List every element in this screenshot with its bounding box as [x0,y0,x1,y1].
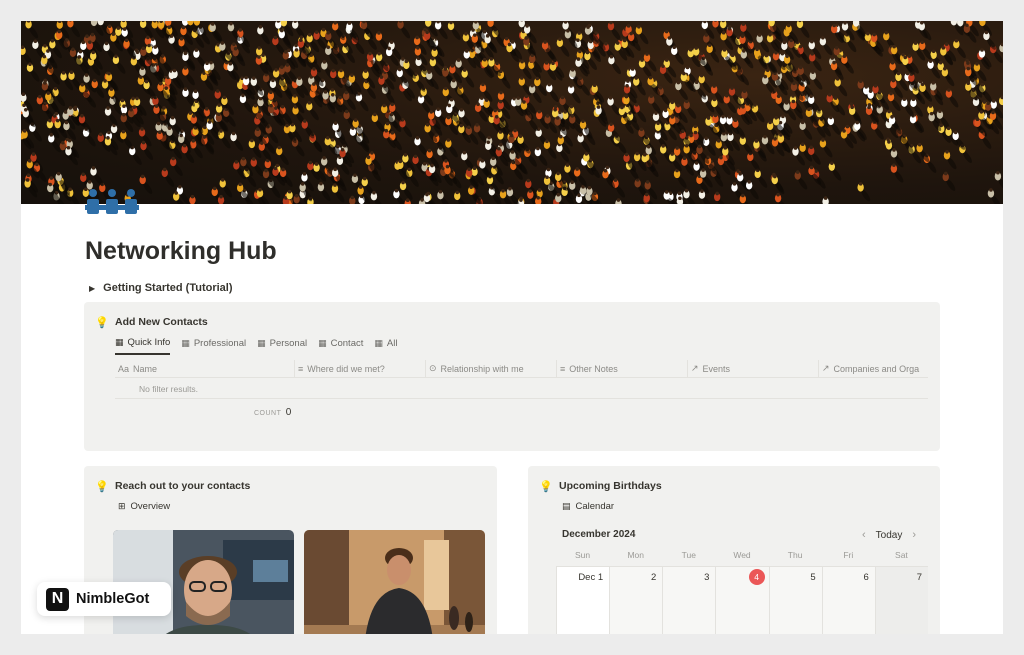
count-summary[interactable]: COUNT 0 [254,407,292,418]
column-header-companies[interactable]: ↗ Companies and Orga [819,360,928,377]
toggle-label: Getting Started (Tutorial) [103,282,233,294]
column-header-relationship[interactable]: ⊙ Relationship with me [426,360,557,377]
column-header-name[interactable]: Aa Name [115,360,295,377]
table-icon: ▦ [374,338,383,348]
weekday-label: Sun [575,550,591,560]
column-label: Events [702,363,731,374]
brand-badge[interactable]: N NimbleGot [37,582,171,616]
empty-state-text: No filter results. [139,384,199,394]
weekday-label: Thu [787,550,803,560]
divider [115,398,928,399]
calendar-day-cell[interactable]: 3 [662,566,716,634]
today-marker: 4 [748,569,765,585]
column-label: Other Notes [569,363,618,374]
weekday-label: Sat [895,550,908,560]
callout-title: Reach out to your contacts [115,480,251,492]
page-icon[interactable] [85,186,139,216]
tab-label: Professional [193,338,247,349]
relation-arrow-icon: ↗ [691,363,699,373]
calendar-day-cell[interactable]: Dec 1 [556,566,610,634]
column-label: Companies and Orga [833,363,920,374]
table-icon: ▦ [181,338,190,348]
lines-icon: ≡ [560,363,566,374]
toggle-getting-started[interactable]: ▶ Getting Started (Tutorial) [89,282,233,294]
tab-all[interactable]: ▦ All [374,337,397,355]
day-number: 7 [916,572,922,583]
lightbulb-icon: 💡 [95,317,109,329]
callout-title: Add New Contacts [115,316,208,328]
calendar-day-cell-today[interactable]: 4 [715,566,769,634]
calendar-week-row: Dec 1 2 3 4 5 6 7 [556,566,928,634]
column-header-where-met[interactable]: ≡ Where did we met? [295,360,426,377]
lightbulb-icon: 💡 [539,481,553,493]
table-icon: ▦ [318,338,327,348]
view-label: Overview [130,501,171,512]
tab-quick-info[interactable]: ▦ Quick Info [115,337,171,355]
calendar-day-cell[interactable]: 6 [821,566,875,634]
relation-arrow-icon: ↗ [822,363,830,373]
birthdays-callout: 💡 Upcoming Birthdays ▤ Calendar December… [528,466,940,634]
column-header-events[interactable]: ↗ Events [688,360,819,377]
chevron-right-icon[interactable]: › [912,529,916,541]
weekday-label: Wed [733,550,751,560]
weekday-label: Tue [681,550,697,560]
tab-label: Personal [269,338,308,349]
day-number: 3 [704,572,710,583]
view-tab-overview[interactable]: ⊞ Overview [118,501,170,512]
column-label: Where did we met? [307,363,385,374]
count-label: COUNT [254,410,282,417]
today-button[interactable]: Today [876,530,903,541]
contact-card[interactable] [304,530,485,634]
column-header-other-notes[interactable]: ≡ Other Notes [557,360,688,377]
chevron-left-icon[interactable]: ‹ [862,529,866,541]
calendar-day-cell[interactable]: 5 [768,566,822,634]
tab-professional[interactable]: ▦ Professional [181,337,246,355]
table-header: Aa Name ≡ Where did we met? ⊙ Relationsh… [115,360,928,378]
page-frame: Networking Hub ▶ Getting Started (Tutori… [21,21,1003,634]
weekday-header: Sun Mon Tue Wed Thu Fri Sat [556,550,928,560]
callout-title: Upcoming Birthdays [559,480,662,492]
crowd-illustration [21,21,1003,204]
day-number: Dec 1 [578,572,604,583]
tab-label: Quick Info [127,337,171,348]
add-contacts-callout: 💡 Add New Contacts ▦ Quick Info ▦ Profes… [84,302,940,451]
gallery-icon: ⊞ [118,501,126,511]
calendar-nav: ‹ Today › [862,529,916,541]
tab-label: Contact [330,338,364,349]
status-icon: ⊙ [429,363,437,373]
day-number: 6 [863,572,869,583]
calendar-icon: ▤ [562,501,571,511]
page-title: Networking Hub [85,237,277,265]
table-icon: ▦ [115,337,124,347]
view-tabs: ▦ Quick Info ▦ Professional ▦ Personal ▦… [115,337,397,355]
brand-logo: N [46,587,69,611]
calendar-month: December 2024 [562,529,636,540]
brand-name: NimbleGot [76,591,150,607]
cover-image[interactable] [21,21,1003,204]
weekday-label: Fri [843,550,854,560]
tab-personal[interactable]: ▦ Personal [257,337,307,355]
view-tab-calendar[interactable]: ▤ Calendar [562,501,614,512]
text-type-icon: Aa [118,363,130,374]
tab-label: All [386,338,398,349]
calendar-day-cell[interactable]: 7 [874,566,928,634]
count-value: 0 [285,407,292,418]
weekday-label: Mon [627,550,644,560]
column-label: Name [133,363,158,374]
view-label: Calendar [575,501,615,512]
table-icon: ▦ [257,338,266,348]
column-label: Relationship with me [440,363,524,374]
contact-photo-street [304,530,485,634]
lightbulb-icon: 💡 [95,481,109,493]
people-table-icon [85,189,139,214]
lines-icon: ≡ [298,363,304,374]
calendar-day-cell[interactable]: 2 [609,566,663,634]
toggle-triangle-icon[interactable]: ▶ [89,284,95,293]
day-number: 2 [650,572,657,583]
day-number: 5 [810,572,816,583]
tab-contact[interactable]: ▦ Contact [318,337,363,355]
